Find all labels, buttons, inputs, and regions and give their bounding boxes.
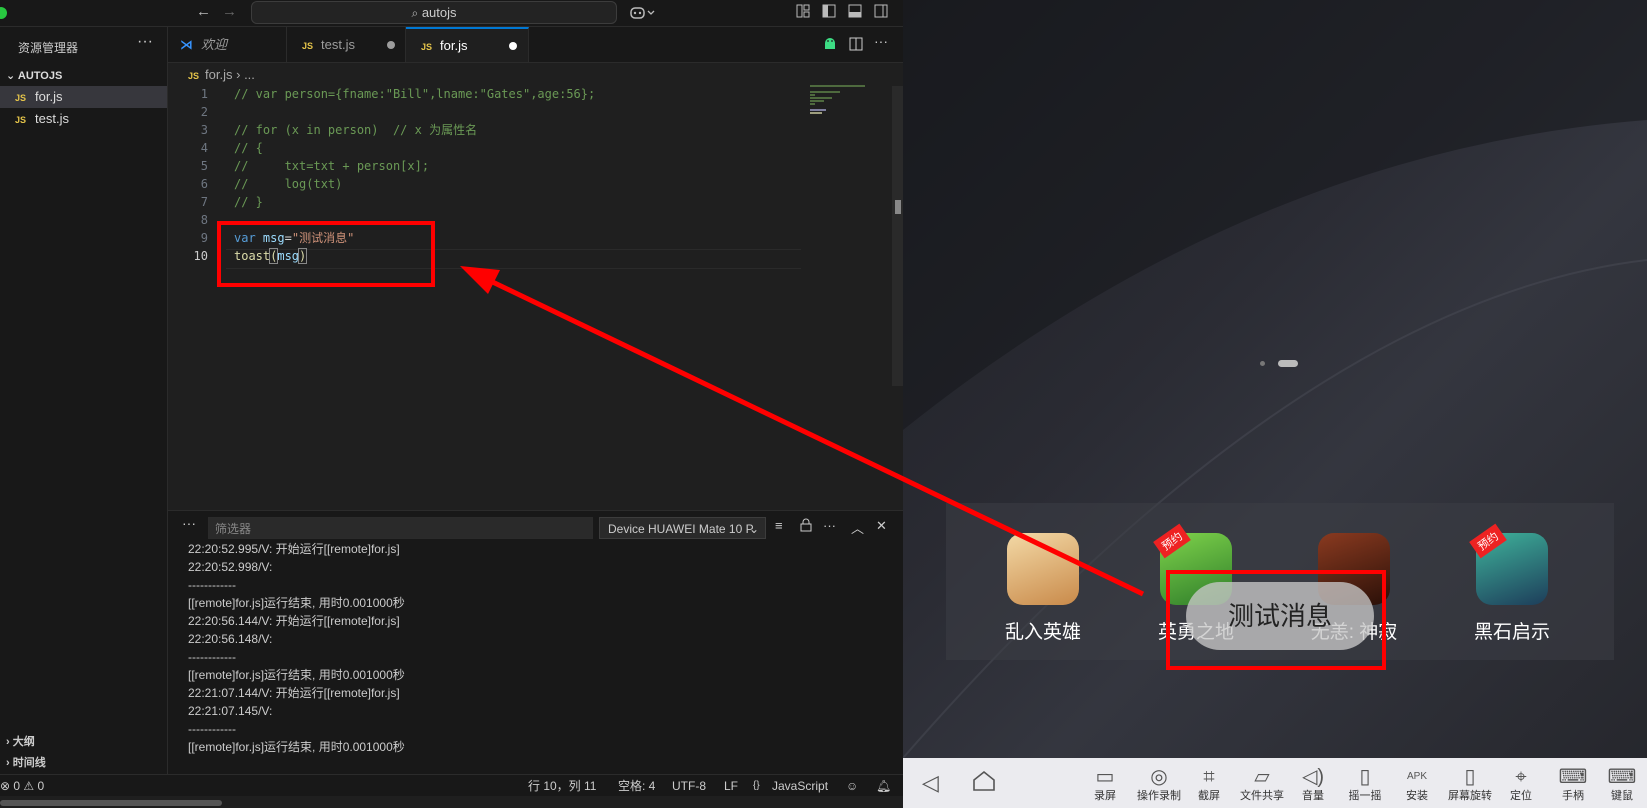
video-icon: ▭	[1095, 766, 1115, 788]
toolbar-screenshot[interactable]: ⌗ 截屏	[1184, 758, 1234, 808]
toolbar-install[interactable]: APK 安装	[1392, 758, 1442, 808]
toolbar-label: 键鼠	[1611, 790, 1633, 802]
toolbar-action-record[interactable]: ◎ 操作录制	[1131, 758, 1187, 808]
toolbar-rotate[interactable]: ▯ 屏幕旋转	[1442, 758, 1498, 808]
folder-icon: ▱	[1254, 766, 1270, 788]
record-icon: ◎	[1150, 766, 1168, 788]
gamepad-icon: ⌨	[1558, 766, 1588, 788]
toolbar-label: 录屏	[1094, 790, 1116, 802]
toolbar-file-share[interactable]: ▱ 文件共享	[1236, 758, 1288, 808]
home-nav-icon[interactable]	[972, 770, 996, 795]
apk-icon: APK	[1406, 771, 1427, 782]
toolbar-gamepad[interactable]: ⌨ 手柄	[1548, 758, 1598, 808]
annotation-arrow	[460, 266, 1145, 597]
rotate-icon: ▯	[1464, 766, 1476, 788]
toolbar-label: 摇一摇	[1348, 790, 1382, 802]
toolbar-shake[interactable]: ▯ 摇一摇	[1340, 758, 1390, 808]
keyboard-icon: ⌨	[1607, 766, 1637, 788]
toolbar-location[interactable]: ⌖ 定位	[1496, 758, 1546, 808]
location-icon: ⌖	[1515, 766, 1527, 788]
toolbar-label: 屏幕旋转	[1448, 790, 1492, 802]
volume-icon: ◁)	[1301, 766, 1325, 788]
crop-icon: ⌗	[1203, 766, 1215, 788]
back-nav-icon[interactable]: ◁	[922, 770, 939, 796]
toolbar-label: 定位	[1510, 790, 1532, 802]
toolbar-volume[interactable]: ◁) 音量	[1288, 758, 1338, 808]
toolbar-label: 音量	[1302, 790, 1324, 802]
shake-icon: ▯	[1359, 766, 1371, 788]
toolbar-label: 安装	[1406, 790, 1428, 802]
toolbar-label: 操作录制	[1137, 790, 1181, 802]
toolbar-label: 手柄	[1562, 790, 1584, 802]
toolbar-keyboard-mouse[interactable]: ⌨ 键鼠	[1597, 758, 1647, 808]
toolbar-label: 截屏	[1198, 790, 1220, 802]
toolbar-record-screen[interactable]: ▭ 录屏	[1080, 758, 1130, 808]
toolbar-label: 文件共享	[1240, 790, 1284, 802]
